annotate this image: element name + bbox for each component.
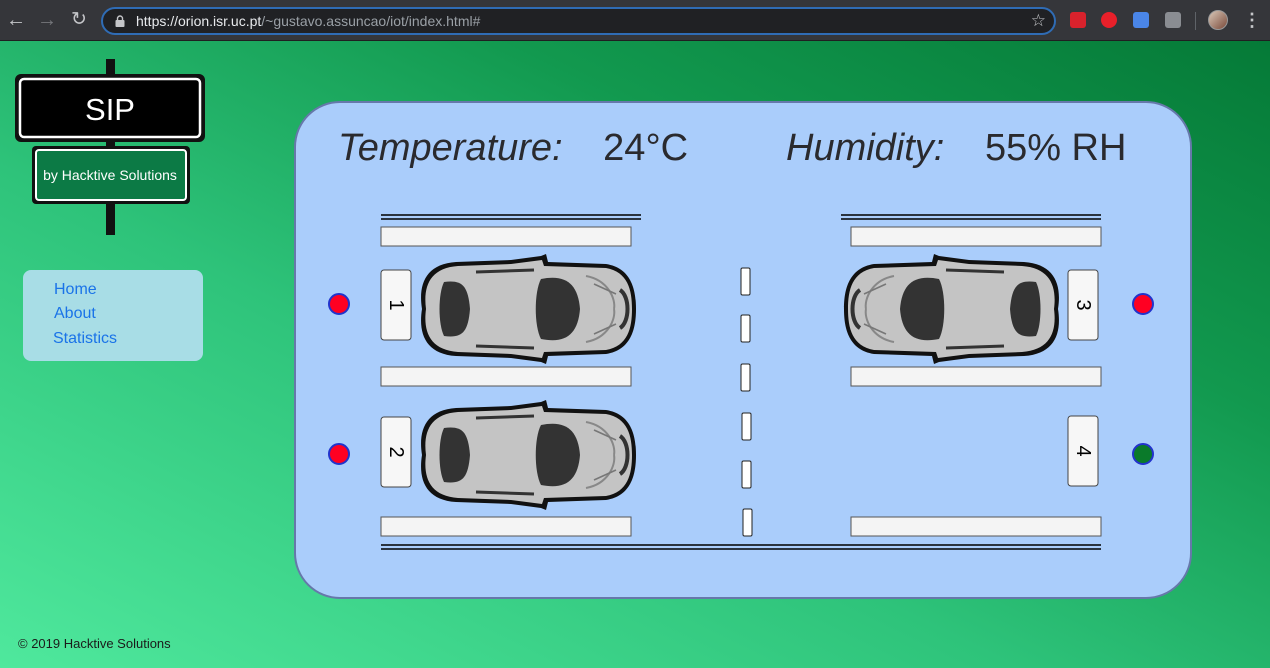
center-dash	[740, 363, 751, 392]
car-spot-2	[419, 398, 638, 512]
extension-hand-icon[interactable]	[1101, 12, 1117, 28]
spot-4-status-indicator	[1132, 443, 1154, 465]
extension-red-icon[interactable]	[1070, 12, 1086, 28]
nav-sidebar: Home About Statistics	[23, 270, 203, 361]
nav-about-link[interactable]: About	[54, 305, 96, 323]
center-dash	[741, 460, 752, 489]
nav-statistics-link[interactable]: Statistics	[53, 330, 117, 348]
spot-4-plate: 4	[1067, 415, 1099, 487]
bay-separator	[380, 366, 632, 387]
logo-subtitle: by Hacktive Solutions	[43, 167, 177, 183]
menu-dots-icon[interactable]: ⋮	[1243, 10, 1261, 30]
bay-separator	[850, 226, 1102, 247]
toolbar-separator	[1195, 12, 1196, 30]
spot-2-status-indicator	[328, 443, 350, 465]
sip-logo[interactable]: SIP by Hacktive Solutions	[14, 59, 206, 237]
spot-3-status-indicator	[1132, 293, 1154, 315]
lock-icon	[115, 15, 125, 27]
browser-toolbar: ← → ↻ https://orion.isr.uc.pt/~gustavo.a…	[0, 0, 1270, 41]
parking-lot-diagram: 1 2 3 4	[328, 214, 1154, 550]
car-spot-3	[842, 252, 1061, 366]
extension-translate-icon[interactable]	[1133, 12, 1149, 28]
spot-3-number: 3	[1072, 299, 1094, 310]
center-dash	[740, 314, 751, 343]
page: SIP by Hacktive Solutions Home About Sta…	[0, 41, 1270, 668]
spot-2-number: 2	[385, 446, 407, 457]
nav-home-link[interactable]: Home	[54, 281, 97, 299]
footer-copyright: © 2019 Hacktive Solutions	[18, 636, 171, 651]
bay-separator	[850, 366, 1102, 387]
spot-1-plate: 1	[380, 269, 412, 341]
spot-2-plate: 2	[380, 416, 412, 488]
car-spot-1	[419, 252, 638, 366]
parking-panel: Temperature: 24°C Humidity: 55% RH 1 2 3…	[294, 101, 1192, 599]
bay-separator	[380, 226, 632, 247]
spot-4-number: 4	[1072, 445, 1094, 456]
spot-1-status-indicator	[328, 293, 350, 315]
url-text: https://orion.isr.uc.pt/~gustavo.assunca…	[136, 13, 480, 29]
spot-1-number: 1	[385, 299, 407, 310]
back-arrow-icon[interactable]: ←	[4, 8, 28, 32]
address-bar[interactable]: https://orion.isr.uc.pt/~gustavo.assunca…	[101, 7, 1056, 35]
url-host: https://orion.isr.uc.pt	[136, 13, 262, 29]
bay-separator	[380, 516, 632, 537]
profile-avatar[interactable]	[1208, 10, 1228, 30]
url-path: /~gustavo.assuncao/iot/index.html#	[261, 13, 481, 29]
center-dash	[741, 412, 752, 441]
reload-icon[interactable]: ↻	[67, 8, 91, 32]
center-dash	[742, 508, 753, 537]
center-dash	[740, 267, 751, 296]
bay-separator	[850, 516, 1102, 537]
spot-3-plate: 3	[1067, 269, 1099, 341]
logo-title: SIP	[85, 92, 135, 127]
bookmark-star-icon[interactable]: ☆	[1031, 11, 1046, 31]
forward-arrow-icon[interactable]: →	[35, 8, 59, 32]
extension-facebook-icon[interactable]	[1165, 12, 1181, 28]
